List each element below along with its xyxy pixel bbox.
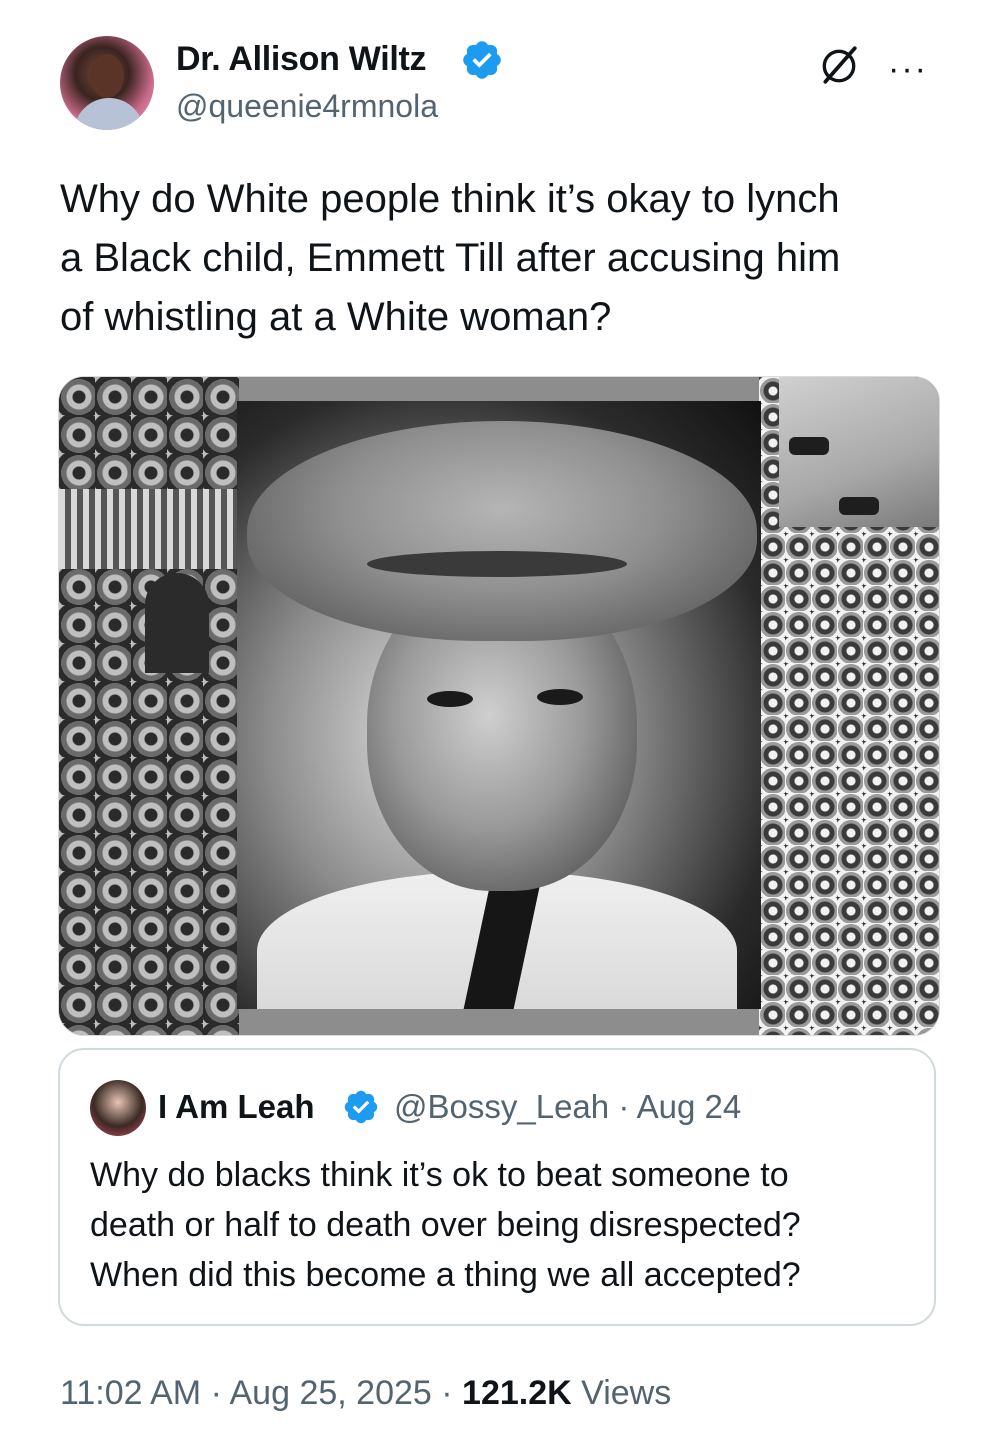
author-handle[interactable]: @queenie4rmnola — [176, 88, 438, 125]
author-avatar[interactable] — [60, 36, 154, 130]
verified-badge-icon — [463, 41, 501, 79]
eye — [537, 689, 583, 705]
arch-doorway — [145, 573, 209, 673]
views-count[interactable]: 121.2K — [462, 1374, 572, 1412]
tweet-text: Why do White people think it’s okay to l… — [60, 170, 940, 347]
tweet-footer: 11:02 AM · Aug 25, 2025 · 121.2K Views — [60, 1374, 671, 1413]
avatar-shirt — [74, 98, 144, 130]
tweet-date[interactable]: Aug 25, 2025 — [230, 1374, 432, 1412]
quoted-tweet[interactable]: I Am Leah @Bossy_Leah · Aug 24 Why do bl… — [58, 1048, 936, 1326]
eye — [427, 691, 473, 707]
car — [839, 497, 879, 515]
tweet-text-line: a Black child, Emmett Till after accusin… — [60, 236, 841, 280]
separator: · — [441, 1374, 453, 1412]
quoted-date: Aug 24 — [636, 1088, 742, 1125]
tweet-text-line: Why do White people think it’s okay to l… — [60, 177, 840, 221]
quoted-text-line: death or half to death over being disres… — [90, 1206, 801, 1244]
crowd-photo-left — [59, 377, 239, 1035]
tweet-time[interactable]: 11:02 AM — [60, 1374, 201, 1412]
author-name[interactable]: Dr. Allison Wiltz — [176, 40, 427, 79]
car — [789, 437, 829, 455]
quoted-handle: @Bossy_Leah — [394, 1088, 610, 1125]
quoted-author-name: I Am Leah — [158, 1088, 315, 1125]
fedora-hat — [247, 421, 757, 641]
separator: · — [618, 1088, 630, 1125]
crowd-photo-right — [759, 377, 939, 1035]
tweet-photo[interactable] — [58, 376, 940, 1036]
views-label[interactable]: Views — [581, 1374, 671, 1412]
grok-icon[interactable] — [818, 44, 860, 86]
more-options-icon[interactable]: ··· — [888, 52, 928, 86]
quoted-avatar — [90, 1080, 146, 1136]
quoted-meta: @Bossy_Leah · Aug 24 — [394, 1088, 741, 1126]
portrait-photo — [237, 401, 761, 1009]
hat-band — [367, 551, 627, 577]
verified-badge-icon — [344, 1090, 378, 1124]
quoted-text-line: When did this become a thing we all acce… — [90, 1256, 801, 1294]
balcony — [59, 489, 239, 569]
tweet-text-line: of whistling at a White woman? — [60, 295, 612, 339]
quoted-text-line: Why do blacks think it’s ok to beat some… — [90, 1156, 789, 1194]
separator: · — [210, 1374, 222, 1412]
avatar-face — [90, 54, 124, 98]
quoted-text: Why do blacks think it’s ok to beat some… — [90, 1150, 920, 1300]
